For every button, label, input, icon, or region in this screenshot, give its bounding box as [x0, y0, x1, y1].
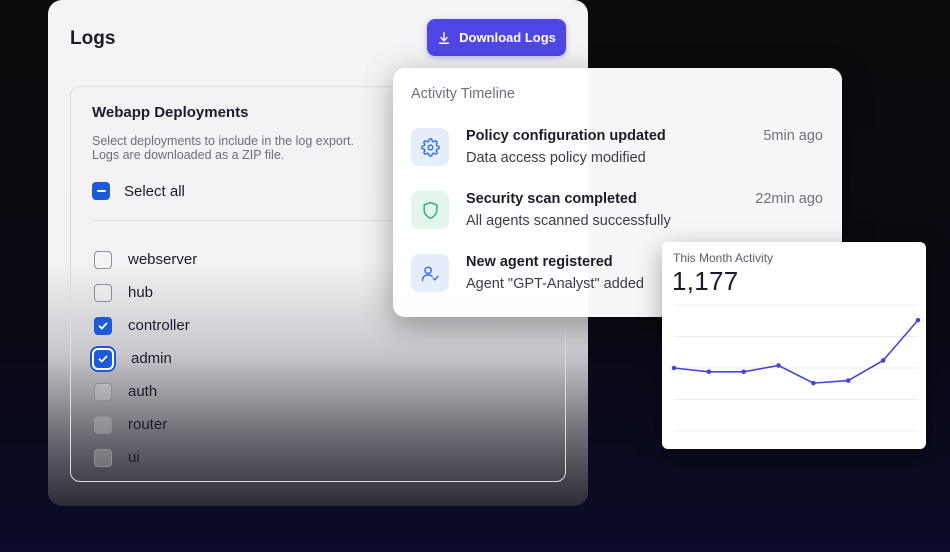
timeline-item[interactable]: Policy configuration updated Data access… [411, 128, 823, 172]
deployment-item-hub[interactable]: hub [94, 276, 197, 309]
deployment-label: webserver [128, 251, 198, 268]
checkbox-auth[interactable] [94, 382, 112, 401]
checkbox-controller[interactable] [94, 316, 112, 335]
select-all-row[interactable]: Select all [92, 182, 185, 200]
deployments-description-line2: Logs are downloaded as a ZIP file. [92, 148, 285, 162]
deployment-label: router [128, 416, 168, 433]
deployments-description: Select deployments to include in the log… [92, 134, 402, 162]
timeline-item-subtitle: All agents scanned successfully [466, 213, 671, 229]
checkbox-admin[interactable] [94, 349, 112, 368]
timeline-item-time: 5min ago [763, 128, 823, 144]
chart-point [741, 369, 747, 375]
deployment-label: hub [128, 284, 154, 301]
check-icon [98, 355, 108, 362]
download-logs-label: Download Logs [459, 30, 556, 45]
deployment-item-controller[interactable]: controller [94, 309, 197, 342]
timeline-item-title: Security scan completed [466, 191, 637, 207]
chart-point [811, 380, 816, 386]
deployment-item-router[interactable]: router [94, 408, 197, 441]
chart-point [845, 378, 851, 383]
divider [92, 220, 432, 221]
chart-point [915, 317, 921, 323]
chart-point [671, 365, 677, 371]
timeline-item-title: Policy configuration updated [466, 128, 666, 144]
deployments-description-line1: Select deployments to include in the log… [92, 134, 354, 148]
download-logs-button[interactable]: Download Logs [427, 19, 566, 56]
checkbox-webserver[interactable] [94, 250, 112, 269]
deployments-title: Webapp Deployments [92, 104, 249, 121]
checkbox-ui[interactable] [94, 448, 112, 467]
month-activity-card: This Month Activity 1,177 [662, 242, 926, 449]
timeline-item-subtitle: Agent "GPT-Analyst" added [466, 276, 644, 292]
select-all-checkbox[interactable] [92, 182, 110, 200]
shield-icon [422, 201, 438, 219]
deployment-label: admin [131, 350, 172, 367]
deployment-item-ui[interactable]: ui [94, 441, 197, 474]
timeline-item-subtitle: Data access policy modified [466, 150, 646, 166]
select-all-label: Select all [124, 182, 185, 200]
timeline-header: Activity Timeline [411, 86, 515, 102]
timeline-icon-wrap [411, 128, 449, 166]
timeline-icon-wrap [411, 254, 449, 292]
chart-point [706, 369, 712, 375]
deployment-item-webserver[interactable]: webserver [94, 243, 197, 276]
logs-title: Logs [70, 28, 116, 49]
chart-point [880, 358, 886, 363]
indeterminate-mark-icon [96, 190, 106, 192]
deployment-item-auth[interactable]: auth [94, 375, 197, 408]
user-check-icon [421, 265, 439, 281]
timeline-item-title: New agent registered [466, 254, 613, 270]
checkbox-hub[interactable] [94, 283, 112, 302]
download-icon [439, 31, 450, 44]
deployment-label: ui [128, 449, 140, 466]
deployment-item-admin[interactable]: admin [94, 342, 197, 375]
chart-series-line [673, 319, 919, 384]
timeline-icon-wrap [411, 191, 449, 229]
gear-icon [420, 137, 440, 157]
activity-label: This Month Activity [673, 251, 774, 265]
deployment-label: auth [128, 383, 158, 400]
checkbox-router[interactable] [94, 415, 112, 434]
timeline-item[interactable]: Security scan completed All agents scann… [411, 191, 823, 235]
check-icon [98, 322, 108, 329]
deployment-label: controller [128, 317, 190, 334]
activity-value: 1,177 [672, 266, 739, 296]
chart-point [776, 363, 781, 368]
timeline-item-time: 22min ago [755, 191, 823, 207]
deployment-list: webserver hub controller admin auth rout… [94, 243, 197, 474]
